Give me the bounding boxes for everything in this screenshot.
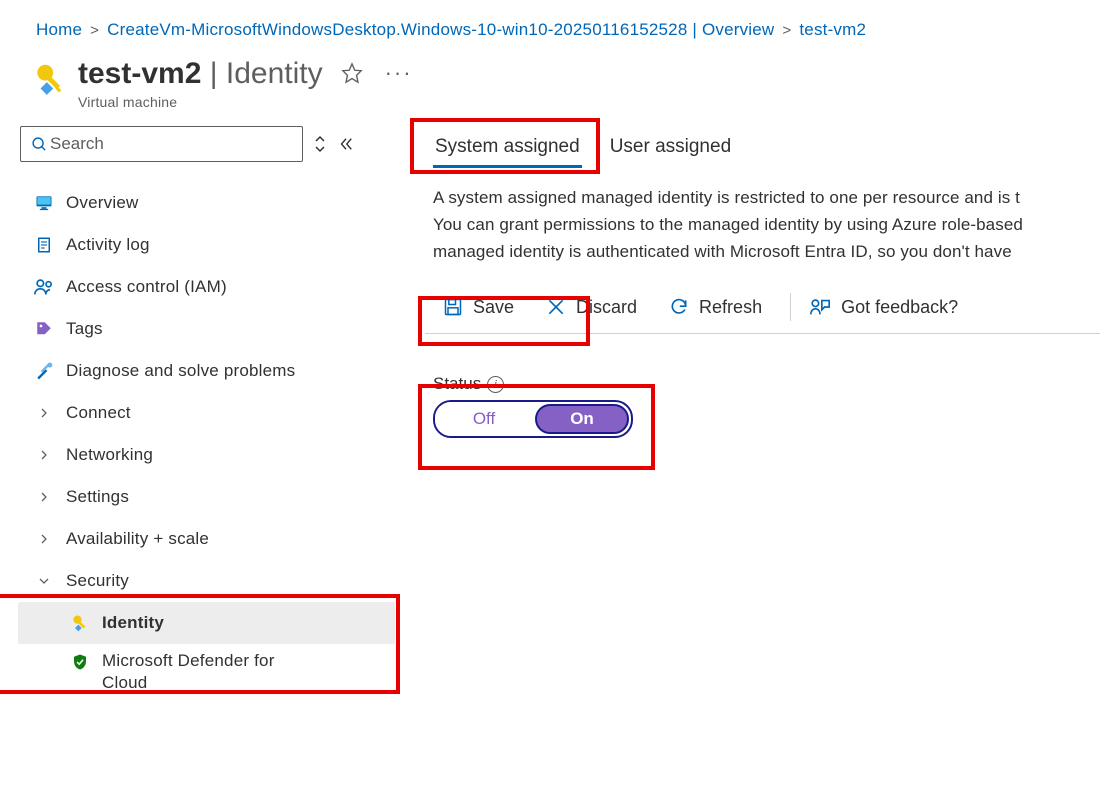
breadcrumb: Home > CreateVm-MicrosoftWindowsDesktop.… <box>0 0 1100 54</box>
breadcrumb-separator: > <box>90 22 99 39</box>
close-icon <box>546 297 566 317</box>
sidebar-item-label: Access control (IAM) <box>66 277 227 297</box>
tab-system-assigned[interactable]: System assigned <box>433 128 582 168</box>
toolbar-label: Discard <box>576 297 637 318</box>
chevron-right-icon <box>30 533 58 545</box>
chevron-down-icon <box>30 575 58 587</box>
page-title: test-vm2 | Identity <box>78 56 323 92</box>
toolbar-divider <box>790 293 791 321</box>
sidebar-item-overview[interactable]: Overview <box>18 182 395 224</box>
chevron-right-icon <box>30 407 58 419</box>
key-icon <box>66 613 94 633</box>
sidebar-item-activity-log[interactable]: Activity log <box>18 224 395 266</box>
sidebar-item-label: Overview <box>66 193 138 213</box>
feedback-button[interactable]: Got feedback? <box>805 291 962 324</box>
toolbar-label: Refresh <box>699 297 762 318</box>
sidebar-item-label: Availability + scale <box>66 529 209 549</box>
identity-description: A system assigned managed identity is re… <box>425 184 1100 265</box>
search-icon <box>31 136 48 153</box>
sidebar-group-connect[interactable]: Connect <box>18 392 395 434</box>
toolbar: Save Discard Refresh Got feedback? <box>425 281 1100 334</box>
main-content: System assigned User assigned A system a… <box>395 126 1100 438</box>
search-input[interactable] <box>48 133 292 155</box>
identity-key-icon <box>30 60 70 98</box>
sidebar-item-diagnose[interactable]: Diagnose and solve problems <box>18 350 395 392</box>
sidebar-item-tags[interactable]: Tags <box>18 308 395 350</box>
breadcrumb-deployment[interactable]: CreateVm-MicrosoftWindowsDesktop.Windows… <box>107 20 774 40</box>
more-actions-icon[interactable]: ··· <box>385 62 413 84</box>
sidebar-item-label: Connect <box>66 403 131 423</box>
sidebar-group-availability[interactable]: Availability + scale <box>18 518 395 560</box>
chevron-right-icon <box>30 449 58 461</box>
sidebar-item-defender[interactable]: Microsoft Defender for Cloud <box>18 644 395 700</box>
sidebar-item-label: Tags <box>66 319 103 339</box>
toggle-on[interactable]: On <box>533 402 631 436</box>
breadcrumb-separator: > <box>782 22 791 39</box>
tools-icon <box>30 361 58 381</box>
sidebar-group-settings[interactable]: Settings <box>18 476 395 518</box>
page-subtitle: Virtual machine <box>78 94 323 110</box>
sidebar-nav: Overview Activity log Access control (IA… <box>18 182 395 700</box>
sidebar-item-label: Microsoft Defender for Cloud <box>102 650 322 694</box>
status-section: Status i Off On <box>425 374 1100 438</box>
favorite-star-icon[interactable] <box>341 62 363 84</box>
chevron-right-icon <box>30 491 58 503</box>
people-icon <box>30 278 58 296</box>
identity-tabs: System assigned User assigned <box>425 128 1100 168</box>
sidebar: Overview Activity log Access control (IA… <box>0 126 395 700</box>
monitor-icon <box>30 193 58 213</box>
sidebar-item-label: Networking <box>66 445 153 465</box>
sidebar-item-access-control[interactable]: Access control (IAM) <box>18 266 395 308</box>
tag-icon <box>30 320 58 338</box>
sidebar-item-label: Activity log <box>66 235 150 255</box>
discard-button[interactable]: Discard <box>542 291 641 324</box>
sort-toggle-icon[interactable] <box>313 134 327 154</box>
sidebar-group-security[interactable]: Security <box>18 560 395 602</box>
sidebar-item-identity[interactable]: Identity <box>18 602 395 644</box>
sidebar-item-label: Settings <box>66 487 129 507</box>
shield-icon <box>66 652 94 672</box>
collapse-sidebar-icon[interactable] <box>337 135 355 153</box>
info-icon[interactable]: i <box>487 376 504 393</box>
toolbar-label: Save <box>473 297 514 318</box>
refresh-button[interactable]: Refresh <box>665 291 766 324</box>
breadcrumb-home[interactable]: Home <box>36 20 82 40</box>
feedback-icon <box>809 297 831 317</box>
sidebar-item-label: Security <box>66 571 129 591</box>
tab-user-assigned[interactable]: User assigned <box>608 128 733 168</box>
toggle-off[interactable]: Off <box>435 402 533 436</box>
sidebar-item-label: Diagnose and solve problems <box>66 361 295 381</box>
page-header: test-vm2 | Identity Virtual machine ··· <box>0 54 1100 126</box>
sidebar-item-label: Identity <box>102 613 164 633</box>
log-icon <box>30 235 58 255</box>
status-label: Status i <box>433 374 1100 394</box>
save-icon <box>443 297 463 317</box>
sidebar-search[interactable] <box>20 126 303 162</box>
breadcrumb-resource[interactable]: test-vm2 <box>799 20 866 40</box>
refresh-icon <box>669 297 689 317</box>
save-button[interactable]: Save <box>439 291 518 324</box>
status-toggle[interactable]: Off On <box>433 400 633 438</box>
sidebar-group-networking[interactable]: Networking <box>18 434 395 476</box>
toolbar-label: Got feedback? <box>841 297 958 318</box>
